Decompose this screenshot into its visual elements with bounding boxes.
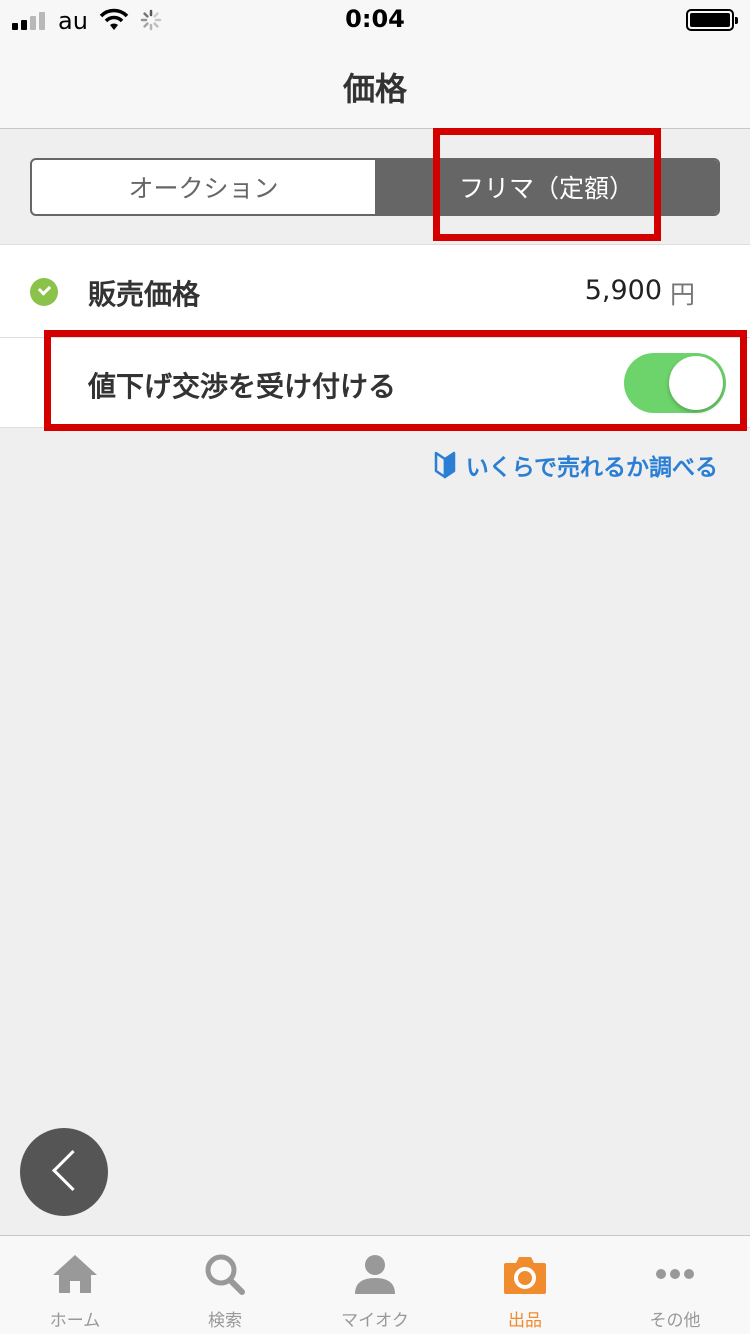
page-title: 価格	[342, 70, 407, 108]
price-negotiation-label: 値下げ交渉を受け付ける	[88, 370, 397, 403]
person-icon	[355, 1255, 395, 1294]
sale-price-label: 販売価格	[88, 278, 201, 311]
tab-search[interactable]: 検索	[150, 1236, 300, 1334]
status-bar: au 0:04	[0, 0, 750, 40]
home-icon	[53, 1255, 97, 1293]
price-type-segmented-control: オークション フリマ（定額）	[30, 158, 720, 216]
sale-price-row[interactable]: 販売価格 5,900 円	[0, 244, 750, 338]
tab-home[interactable]: ホーム	[0, 1236, 150, 1334]
tab-more[interactable]: その他	[600, 1236, 750, 1334]
check-circle-icon	[30, 278, 58, 306]
tab-bar: ホーム 検索 マイオク 出品 その他	[0, 1235, 750, 1334]
back-button[interactable]	[20, 1128, 108, 1216]
tab-more-label: その他	[649, 1311, 701, 1331]
app-screen: au 0:04 価格 オークション フリマ（定額） 販売価格 5,900 円 値…	[0, 0, 750, 1334]
tab-listing[interactable]: 出品	[450, 1236, 600, 1334]
camera-icon	[504, 1257, 546, 1294]
price-unit-label: 円	[669, 280, 695, 309]
segment-auction[interactable]: オークション	[32, 160, 375, 214]
toggle-knob	[669, 356, 723, 410]
beginner-mark-icon	[434, 451, 455, 479]
price-research-link[interactable]: いくらで売れるか調べる	[434, 448, 718, 482]
more-icon	[656, 1269, 694, 1279]
segment-fixed-price[interactable]: フリマ（定額）	[375, 160, 718, 214]
search-icon	[205, 1254, 245, 1295]
tab-my-auction-label: マイオク	[341, 1311, 409, 1331]
battery-icon	[686, 9, 738, 31]
price-negotiation-row: 値下げ交渉を受け付ける	[0, 338, 750, 428]
price-negotiation-toggle[interactable]	[624, 353, 726, 413]
navigation-bar: 価格	[0, 40, 750, 129]
sale-price-value: 5,900	[584, 275, 662, 306]
tab-listing-label: 出品	[508, 1311, 542, 1331]
price-research-link-label: いくらで売れるか調べる	[465, 455, 718, 481]
tab-home-label: ホーム	[49, 1311, 101, 1331]
status-time: 0:04	[345, 5, 405, 33]
tab-search-label: 検索	[208, 1311, 242, 1331]
tab-my-auction[interactable]: マイオク	[300, 1236, 450, 1334]
